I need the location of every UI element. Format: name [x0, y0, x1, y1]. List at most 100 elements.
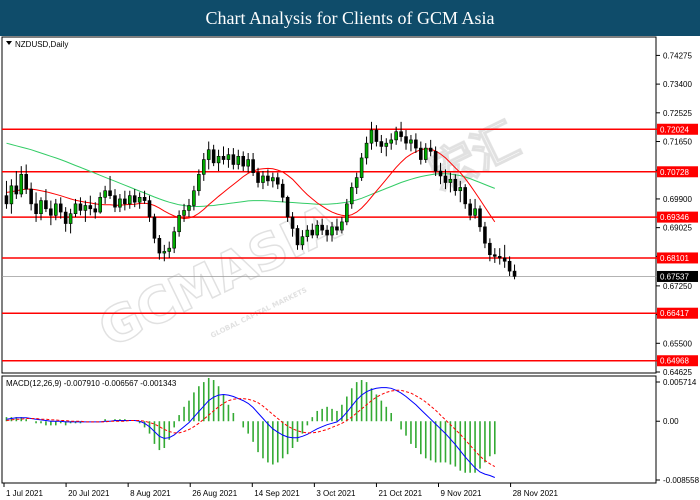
level-label-text: 0.68101	[660, 254, 689, 263]
candle-body	[34, 203, 38, 215]
candle-body	[137, 196, 142, 203]
candle-body	[113, 195, 117, 208]
date-tick-label: 1 Jul 2021	[6, 489, 43, 498]
candle-body	[349, 187, 354, 205]
candle-body	[315, 224, 320, 236]
candle-body	[14, 185, 19, 195]
date-tick-label: 3 Oct 2021	[316, 489, 356, 498]
price-tick-label: 0.71650	[663, 138, 692, 147]
candle-body	[132, 195, 137, 203]
macd-tick-label: 0.00	[663, 417, 679, 426]
candle-body	[399, 131, 403, 137]
candle-body	[488, 242, 492, 256]
candle-body	[330, 226, 334, 236]
candle-body	[142, 196, 147, 201]
symbol-label: NZDUSD,Daily	[15, 40, 68, 49]
current-price-text: 0.67537	[660, 272, 689, 281]
candle-body	[211, 149, 216, 164]
candle-body	[206, 149, 211, 160]
candle-body	[251, 159, 255, 173]
macd-y-axis: 0.005714 0.00 -0.008558	[656, 378, 700, 485]
candle-body	[478, 208, 482, 228]
candle-body	[463, 187, 467, 205]
level-price-labels: 0.72024 0.70728 0.69346 0.68101 0.66417 0.649…	[657, 123, 698, 367]
price-tick-label: 0.74275	[663, 51, 692, 60]
candle-body	[359, 157, 364, 178]
candle-body	[325, 229, 329, 236]
candle-body	[473, 208, 477, 216]
candle-body	[438, 170, 443, 177]
candle-body	[512, 270, 517, 277]
candle-body	[54, 203, 58, 216]
candle-body	[9, 185, 14, 205]
candle-body	[404, 136, 408, 144]
date-tick-label: 26 Aug 2021	[192, 489, 237, 498]
candle-body	[379, 141, 384, 147]
candle-body	[118, 198, 122, 208]
candle-body	[58, 203, 63, 213]
candle-body	[310, 229, 315, 236]
candle-body	[172, 231, 176, 249]
banner-title: Chart Analysis for Clients of GCM Asia	[205, 8, 495, 28]
candle-body	[423, 147, 428, 160]
candle-body	[221, 155, 226, 160]
candle-body	[468, 203, 472, 216]
candle-body	[241, 155, 246, 167]
macd-tick-label: -0.008558	[663, 476, 700, 485]
date-axis: 1 Jul 2021 20 Jul 2021 8 Aug 2021 26 Aug 20…	[3, 483, 559, 498]
candle-body	[419, 147, 423, 160]
candle-body	[483, 226, 487, 244]
candle-body	[414, 139, 418, 149]
date-tick-label: 9 Nov 2021	[441, 489, 482, 498]
level-label-text: 0.66417	[660, 309, 689, 318]
candle-body	[275, 177, 280, 185]
candle-body	[369, 129, 374, 144]
candle-body	[384, 142, 389, 147]
candle-body	[261, 175, 265, 183]
candle-body	[177, 215, 181, 233]
candle-body	[443, 175, 448, 183]
candle-body	[83, 205, 88, 211]
candle-body	[162, 251, 167, 254]
candle-body	[502, 257, 507, 262]
candle-body	[4, 195, 9, 205]
candle-body	[433, 151, 438, 172]
candle-body	[123, 198, 127, 205]
candle-body	[226, 154, 231, 160]
candle-body	[497, 256, 502, 259]
candle-body	[453, 178, 458, 192]
candle-body	[266, 175, 270, 182]
candle-body	[167, 247, 172, 252]
candle-body	[300, 236, 305, 246]
candle-body	[182, 210, 186, 216]
candle-body	[157, 238, 162, 254]
price-tick-label: 0.67250	[663, 282, 692, 291]
candle-body	[364, 142, 369, 159]
price-tick-label: 0.69025	[663, 224, 692, 233]
title-banner: Chart Analysis for Clients of GCM Asia	[0, 0, 700, 36]
chart-area: GCMASIA 宏汇 GLOBAL CAPITAL MARKETS NZDUSD…	[1, 36, 700, 498]
candle-body	[335, 226, 339, 231]
candle-body	[187, 205, 191, 211]
candle-body	[78, 203, 83, 211]
candle-body	[409, 139, 413, 144]
date-tick-label: 28 Nov 2021	[513, 489, 559, 498]
macd-panel-frame	[1, 375, 657, 484]
candle-body	[354, 177, 359, 188]
candle-body	[394, 131, 398, 141]
candle-body	[320, 224, 324, 231]
candle-body	[340, 221, 344, 231]
candle-body	[73, 203, 78, 215]
candle-body	[19, 174, 24, 195]
candle-body	[236, 155, 241, 165]
date-tick-label: 20 Jul 2021	[68, 489, 110, 498]
candle-body	[280, 183, 285, 198]
candle-body	[147, 200, 152, 218]
candle-body	[345, 203, 349, 223]
price-tick-label: 0.72525	[663, 109, 692, 118]
price-tick-label: 0.73400	[663, 80, 692, 89]
price-tick-label: 0.64625	[663, 368, 692, 377]
candle-body	[68, 213, 73, 224]
date-tick-label: 8 Aug 2021	[130, 489, 171, 498]
candle-body	[389, 139, 393, 144]
